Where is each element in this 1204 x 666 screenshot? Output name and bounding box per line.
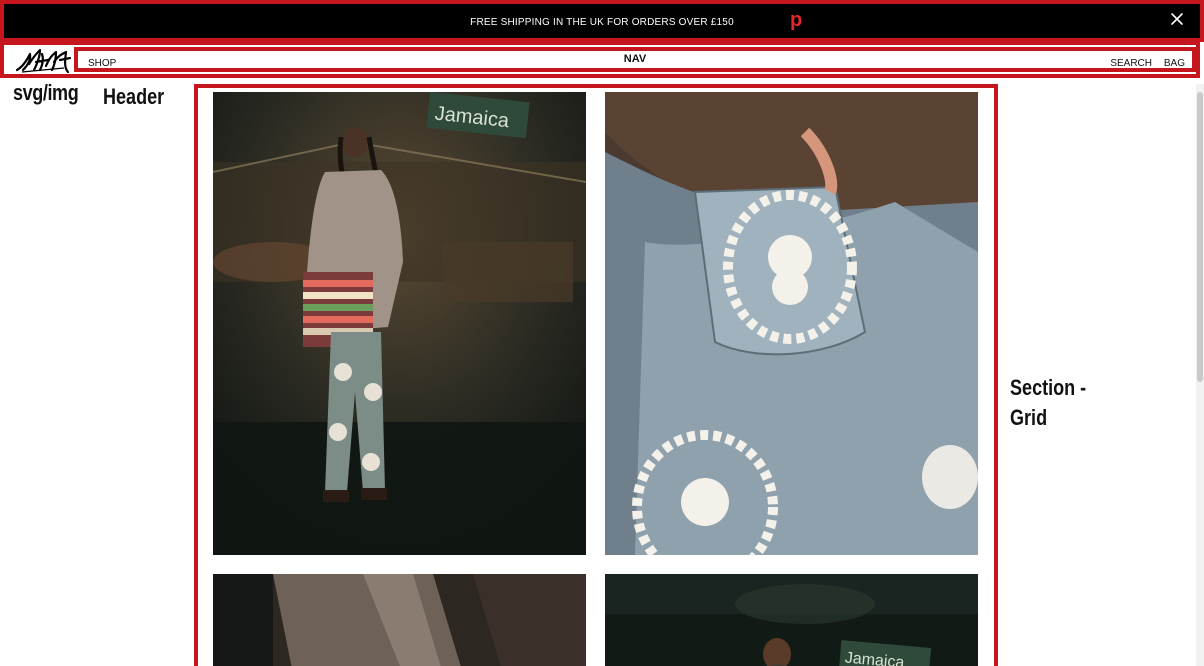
nav-search-link[interactable]: SEARCH [1110,58,1152,69]
annotation-section-line2: Grid [1010,405,1048,430]
denim-pocket-image [605,92,978,555]
image-grid-section: Jamaica Jamaica [194,84,998,666]
grid-image-model-street-sign[interactable]: Jamaica [605,574,978,666]
page-scrollbar[interactable] [1196,84,1204,666]
grid-image-model-cardigan[interactable]: Jamaica [213,92,586,555]
grid-image-denim-pocket[interactable] [605,92,978,555]
announcement-bar: FREE SHIPPING IN THE UK FOR ORDERS OVER … [0,0,1204,42]
annotation-header: Header [103,84,165,109]
nav-bag-link[interactable]: BAG [1164,58,1185,69]
scrollbar-thumb[interactable] [1197,92,1203,382]
announcement-text: FREE SHIPPING IN THE UK FOR ORDERS OVER … [470,17,734,28]
model-cardigan-image: Jamaica [213,92,586,555]
cardigan-detail-image [213,574,586,666]
grid-image-cardigan-detail[interactable] [213,574,586,666]
main-nav: SHOP NAV SEARCH BAG [74,47,1196,72]
close-icon[interactable] [1168,10,1186,28]
annotation-section-line1: Section - [1010,375,1087,400]
stussy-logo-icon[interactable] [14,46,72,76]
nav-annotation-label: NAV [623,53,647,65]
annotation-p-label: p [790,9,803,31]
annotation-section-grid: Section - Grid [1010,373,1086,433]
model-street-sign-image: Jamaica [605,574,978,666]
annotation-svg-img: svg/img [13,80,79,105]
